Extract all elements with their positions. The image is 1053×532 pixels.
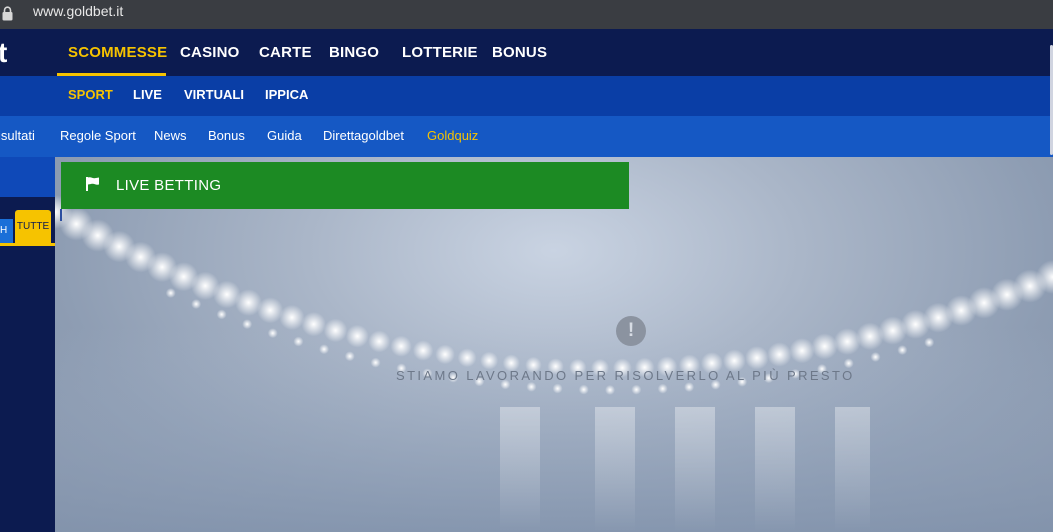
floodlight xyxy=(789,338,815,364)
floodlight xyxy=(811,333,838,360)
floodlight xyxy=(605,384,616,395)
light-beam xyxy=(835,407,870,532)
floodlight xyxy=(293,336,304,347)
live-betting-header: LIVE BETTING xyxy=(61,162,629,209)
floodlight xyxy=(368,330,391,353)
floodlight xyxy=(279,304,305,331)
error-message: STIAMO LAVORANDO PER RISOLVERLO AL PIÙ P… xyxy=(396,368,855,383)
live-betting-title: LIVE BETTING xyxy=(116,177,222,194)
floodlight xyxy=(301,311,326,337)
left-sidebar: H TUTTE xyxy=(0,157,55,532)
tab-bonus[interactable]: BONUS xyxy=(492,29,547,76)
floodlight xyxy=(344,351,355,362)
subtab-sport[interactable]: SPORT xyxy=(68,76,113,116)
floodlight xyxy=(526,381,537,392)
floodlight xyxy=(435,344,455,365)
floodlight xyxy=(390,335,412,357)
floodlight xyxy=(257,297,284,324)
tab-lotterie[interactable]: LOTTERIE xyxy=(402,29,478,76)
tab-scommesse[interactable]: SCOMMESSE xyxy=(68,29,167,76)
floodlight xyxy=(767,342,792,367)
floodlight xyxy=(267,328,278,339)
floodlight xyxy=(345,324,369,348)
floodlight xyxy=(924,337,935,348)
floodlight xyxy=(684,382,695,393)
light-beam xyxy=(500,407,540,532)
subtab-ippica[interactable]: IPPICA xyxy=(265,76,308,116)
floodlight xyxy=(552,383,563,394)
subtab-virtuali[interactable]: VIRTUALI xyxy=(184,76,244,116)
exclamation-icon: ! xyxy=(616,316,646,346)
stadium-lights xyxy=(55,195,1053,532)
sidebar-header xyxy=(0,157,55,197)
flag-icon xyxy=(86,177,99,191)
floodlight xyxy=(843,358,854,369)
light-beam xyxy=(755,407,795,532)
link-risultati[interactable]: isultati xyxy=(0,116,35,157)
tab-bingo[interactable]: BINGO xyxy=(329,29,379,76)
floodlight xyxy=(319,344,330,355)
lock-icon xyxy=(2,6,13,21)
floodlight xyxy=(457,348,477,368)
filter-partial-button[interactable]: H xyxy=(0,219,13,243)
browser-address-bar[interactable]: www.goldbet.it xyxy=(0,0,1053,29)
link-guida[interactable]: Guida xyxy=(267,116,302,157)
subtab-live[interactable]: LIVE xyxy=(133,76,162,116)
site-logo[interactable]: t xyxy=(0,37,7,69)
floodlight xyxy=(191,299,202,310)
floodlight xyxy=(323,318,348,343)
floodlight xyxy=(578,384,589,395)
link-goldquiz[interactable]: Goldquiz xyxy=(427,116,478,157)
filter-underline xyxy=(0,243,55,246)
floodlight xyxy=(165,288,176,299)
light-beam xyxy=(595,407,635,532)
tab-carte[interactable]: CARTE xyxy=(259,29,312,76)
link-bonus[interactable]: Bonus xyxy=(208,116,245,157)
url-text[interactable]: www.goldbet.it xyxy=(33,3,123,19)
floodlight xyxy=(870,351,881,362)
sub-nav: SPORT LIVE VIRTUALI IPPICA xyxy=(0,76,1053,116)
filter-tutte-button[interactable]: TUTTE xyxy=(15,210,51,243)
stadium-background xyxy=(55,157,1053,532)
link-news[interactable]: News xyxy=(154,116,187,157)
link-regole-sport[interactable]: Regole Sport xyxy=(60,116,136,157)
floodlight xyxy=(412,340,434,361)
floodlight xyxy=(657,383,668,394)
link-direttagoldbet[interactable]: Direttagoldbet xyxy=(323,116,404,157)
floodlight xyxy=(242,319,253,330)
main-nav: t SCOMMESSE CASINO CARTE BINGO LOTTERIE … xyxy=(0,29,1053,76)
floodlight xyxy=(216,309,227,320)
floodlight xyxy=(370,357,381,368)
floodlight xyxy=(745,346,769,370)
tab-casino[interactable]: CASINO xyxy=(180,29,240,76)
links-bar: isultati Regole Sport News Bonus Guida D… xyxy=(0,116,1053,157)
floodlight xyxy=(897,345,908,356)
floodlight xyxy=(631,384,642,395)
floodlight xyxy=(480,351,499,370)
floodlight xyxy=(833,328,861,355)
panel-edge xyxy=(60,209,62,221)
light-beam xyxy=(675,407,715,532)
